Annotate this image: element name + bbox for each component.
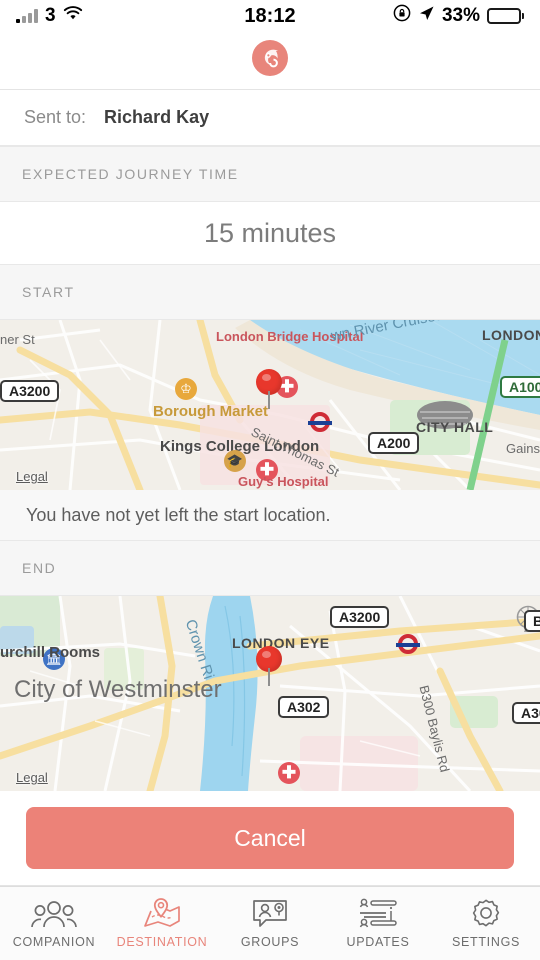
- tab-updates[interactable]: UPDATES: [324, 898, 432, 949]
- start-section-header: START: [0, 264, 540, 320]
- settings-gear-icon: [470, 898, 502, 928]
- road-badge-b3: B3: [524, 610, 540, 632]
- cancel-button[interactable]: Cancel: [26, 807, 514, 869]
- sent-to-row: Sent to: Richard Kay: [0, 90, 540, 146]
- tab-companion[interactable]: COMPANION: [0, 898, 108, 949]
- groups-chat-pin-icon: [252, 898, 288, 928]
- poi-churchill-rooms: urchill Rooms: [0, 644, 101, 661]
- poi-london: LONDON: [482, 327, 540, 343]
- wifi-icon: [63, 5, 83, 27]
- street-label-gains: Gains...: [506, 441, 540, 456]
- road-badge-a100: A100: [500, 376, 540, 398]
- end-map[interactable]: 🏛 urchill Rooms LONDON EYE City of Westm…: [0, 596, 540, 791]
- road-badge-a3200: A3200: [0, 380, 60, 402]
- tab-destination[interactable]: DESTINATION: [108, 898, 216, 949]
- recipient-name: Richard Kay: [104, 107, 210, 127]
- start-location-pin[interactable]: [256, 369, 308, 409]
- tab-settings[interactable]: SETTINGS: [432, 898, 540, 949]
- end-location-pin[interactable]: [256, 646, 308, 686]
- tab-updates-label: UPDATES: [346, 935, 410, 949]
- road-badge-a200: A200: [368, 432, 420, 454]
- road-badge-a30: A30: [512, 702, 540, 724]
- status-bar-right: 33%: [296, 4, 524, 28]
- hospital-badge-icon: ✚: [278, 762, 300, 784]
- poi-borough-market: Borough Market: [153, 403, 269, 420]
- tab-settings-label: SETTINGS: [451, 935, 521, 949]
- app-header: [0, 32, 540, 90]
- poi-city-of-westminster: City of Westminster: [14, 676, 222, 703]
- updates-feed-icon: [358, 898, 398, 928]
- status-bar-left: 3: [16, 5, 244, 27]
- london-eye-icon: [258, 604, 540, 632]
- end-map-legal-link[interactable]: Legal: [16, 770, 48, 785]
- tab-destination-label: DESTINATION: [116, 935, 208, 949]
- parrot-logo-icon: [251, 39, 289, 82]
- poi-guys-hospital: Guy's Hospital: [238, 474, 329, 489]
- education-badge-icon: 🎓: [224, 450, 246, 472]
- tube-station-icon: [308, 412, 332, 432]
- battery-percent-label: 33%: [441, 5, 480, 26]
- end-section-header: END: [0, 540, 540, 596]
- tab-companion-label: COMPANION: [12, 935, 96, 949]
- status-bar-clock: 18:12: [244, 4, 296, 27]
- destination-map-pin-icon: [142, 898, 182, 928]
- tube-station-icon: [396, 634, 420, 654]
- journey-time-section-header: EXPECTED JOURNEY TIME: [0, 146, 540, 202]
- tab-groups[interactable]: GROUPS: [216, 898, 324, 949]
- bottom-tab-bar: COMPANION DESTINATION GROUPS UPDATES SET: [0, 886, 540, 960]
- carrier-label: 3: [45, 5, 56, 26]
- tab-groups-label: GROUPS: [240, 935, 300, 949]
- road-badge-a302: A302: [278, 696, 330, 718]
- sent-to-label: Sent to:: [24, 107, 87, 127]
- road-badge-a3200: A3200: [330, 606, 390, 628]
- street-label-ner-st: ner St: [0, 332, 35, 347]
- market-badge-icon: ♔: [175, 378, 197, 400]
- trip-status-message: You have not yet left the start location…: [0, 490, 540, 540]
- start-map-legal-link[interactable]: Legal: [16, 469, 48, 484]
- companion-people-icon: [31, 898, 77, 928]
- cancel-button-container: Cancel: [0, 791, 540, 886]
- location-arrow-icon: [418, 5, 435, 28]
- rotation-lock-icon: [393, 4, 411, 28]
- cellular-bars-icon: [16, 9, 38, 23]
- start-map[interactable]: London Bridge Hospital ✚ ♔ Borough Marke…: [0, 320, 540, 490]
- journey-time-value: 15 minutes: [0, 202, 540, 264]
- app-screen: 3 18:12 33% Sent to: Richard Kay EXPECTE…: [0, 0, 540, 960]
- poi-city-hall: CITY HALL: [416, 419, 494, 435]
- status-bar: 3 18:12 33%: [0, 0, 540, 32]
- battery-icon: [487, 8, 524, 24]
